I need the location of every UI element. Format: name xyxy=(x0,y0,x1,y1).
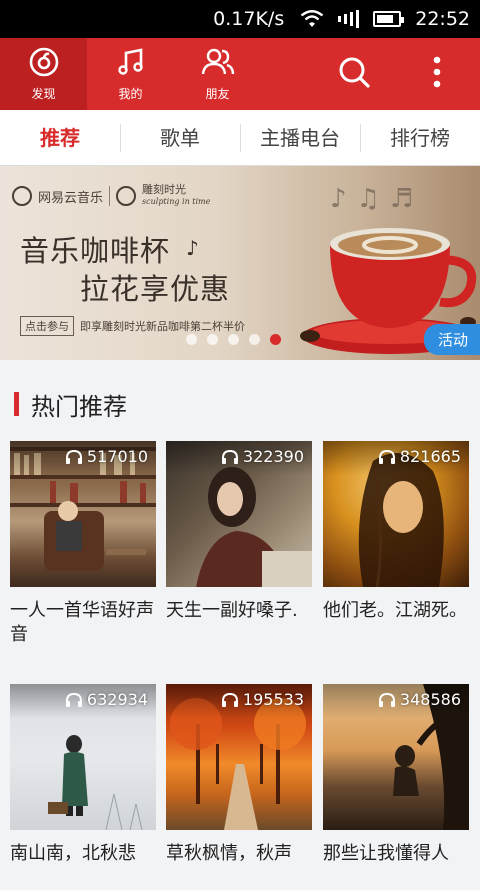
sub-tabs: 推荐 歌单 主播电台 排行榜 xyxy=(0,110,480,166)
cafe-logo-icon xyxy=(116,186,137,206)
brand-divider xyxy=(109,186,111,206)
more-button[interactable] xyxy=(394,38,480,110)
carousel-dot[interactable] xyxy=(207,334,218,345)
carousel-dot[interactable] xyxy=(228,334,239,345)
music-note-decor-icon: ♪ xyxy=(186,236,199,260)
tab-radio[interactable]: 主播电台 xyxy=(240,110,360,166)
playlist-card[interactable]: 322390 天生一副好嗓子. xyxy=(166,441,312,647)
play-count-value: 195533 xyxy=(242,690,304,709)
nav-tab-label: 发现 xyxy=(31,87,56,101)
headphones-icon xyxy=(65,692,82,707)
banner-cta-button[interactable]: 点击参与 xyxy=(20,316,74,336)
signal-icon xyxy=(338,10,360,28)
play-count-value: 348586 xyxy=(399,690,461,709)
playlist-name: 那些让我懂得人 xyxy=(323,843,449,864)
playlist-card[interactable]: 348586 那些让我懂得人 xyxy=(323,684,469,890)
play-count-value: 517010 xyxy=(86,447,148,466)
nav-tab-label: 我的 xyxy=(118,87,143,101)
playlist-cover: 348586 xyxy=(323,684,469,830)
nav-tab-label: 朋友 xyxy=(205,87,230,101)
playlist-name: 南山南，北秋悲 xyxy=(10,843,136,864)
playlist-cover: 322390 xyxy=(166,441,312,587)
playlist-card[interactable]: 821665 他们老。江湖死。 xyxy=(323,441,469,647)
tab-charts[interactable]: 排行榜 xyxy=(360,110,480,166)
wifi-icon xyxy=(300,10,324,28)
headphones-icon xyxy=(65,449,82,464)
play-count: 195533 xyxy=(221,690,304,709)
play-count: 348586 xyxy=(378,690,461,709)
play-count: 632934 xyxy=(65,690,148,709)
playlist-cover: 632934 xyxy=(10,684,156,830)
playlist-name: 一人一首华语好声音 xyxy=(10,600,154,645)
headphones-icon xyxy=(221,449,238,464)
playlist-name: 他们老。江湖死。 xyxy=(323,600,467,621)
brand-left: 网易云音乐 xyxy=(38,190,104,206)
section-title: 热门推荐 xyxy=(31,392,127,421)
playlist-name: 天生一副好嗓子. xyxy=(166,600,298,621)
carousel-dot[interactable] xyxy=(249,334,260,345)
activity-tag: 活动 xyxy=(423,324,480,355)
play-count: 322390 xyxy=(221,447,304,466)
carousel-dot[interactable] xyxy=(186,334,197,345)
more-vertical-icon xyxy=(433,56,441,92)
banner-cta-text: 即享雕刻时光新品咖啡第二杯半价 xyxy=(80,320,245,333)
headphones-icon xyxy=(378,692,395,707)
playlist-card[interactable]: 517010 一人一首华语好声音 xyxy=(10,441,156,647)
play-count: 821665 xyxy=(378,447,461,466)
clock: 22:52 xyxy=(415,8,470,30)
headphones-icon xyxy=(221,692,238,707)
playlist-card[interactable]: 632934 南山南，北秋悲 xyxy=(10,684,156,890)
section-header: 热门推荐 xyxy=(0,378,480,430)
playlist-name: 草秋枫情，秋声 xyxy=(166,843,292,864)
nav-tab-friends[interactable]: 朋友 xyxy=(174,38,261,110)
music-notes-decor-icon: ♪♫♬ xyxy=(330,184,424,214)
brand-right: 雕刻时光 xyxy=(142,183,187,196)
friends-icon xyxy=(200,46,236,81)
status-bar: 0.17K/s 22:52 xyxy=(0,0,480,38)
play-count: 517010 xyxy=(65,447,148,466)
playlist-cover: 517010 xyxy=(10,441,156,587)
headphones-icon xyxy=(378,449,395,464)
play-count-value: 322390 xyxy=(242,447,304,466)
nav-tab-discover[interactable]: 发现 xyxy=(0,38,87,110)
battery-icon xyxy=(373,11,405,27)
tab-recommend[interactable]: 推荐 xyxy=(0,110,120,166)
playlist-cover: 821665 xyxy=(323,441,469,587)
network-speed: 0.17K/s xyxy=(213,8,285,30)
tab-playlists[interactable]: 歌单 xyxy=(120,110,240,166)
banner-headline-1: 音乐咖啡杯 xyxy=(20,234,171,268)
netease-music-logo-icon xyxy=(28,46,60,81)
banner-caption: 点击参与 即享雕刻时光新品咖啡第二杯半价 xyxy=(20,316,245,336)
search-icon xyxy=(337,55,371,93)
carousel-dots xyxy=(186,334,281,345)
play-count-value: 632934 xyxy=(86,690,148,709)
banner-headline-2: 拉花享优惠 xyxy=(80,272,231,306)
netease-logo-icon xyxy=(12,186,32,206)
brand-right-sub: sculpting in time xyxy=(142,197,211,206)
playlist-cover: 195533 xyxy=(166,684,312,830)
promo-banner[interactable]: 网易云音乐 雕刻时光 sculpting in time ♪♫♬ 音乐咖啡杯 ♪… xyxy=(0,166,480,360)
brand-right-group: 雕刻时光 sculpting in time xyxy=(142,184,210,208)
play-count-value: 821665 xyxy=(399,447,461,466)
playlist-card[interactable]: 195533 草秋枫情，秋声 xyxy=(166,684,312,890)
search-button[interactable] xyxy=(314,38,394,110)
music-note-icon xyxy=(115,46,147,81)
nav-tab-mine[interactable]: 我的 xyxy=(87,38,174,110)
banner-brand: 网易云音乐 雕刻时光 sculpting in time xyxy=(12,184,210,208)
carousel-dot-active[interactable] xyxy=(270,334,281,345)
top-nav: 发现 我的 朋友 xyxy=(0,38,480,110)
section-accent-bar xyxy=(14,392,19,416)
